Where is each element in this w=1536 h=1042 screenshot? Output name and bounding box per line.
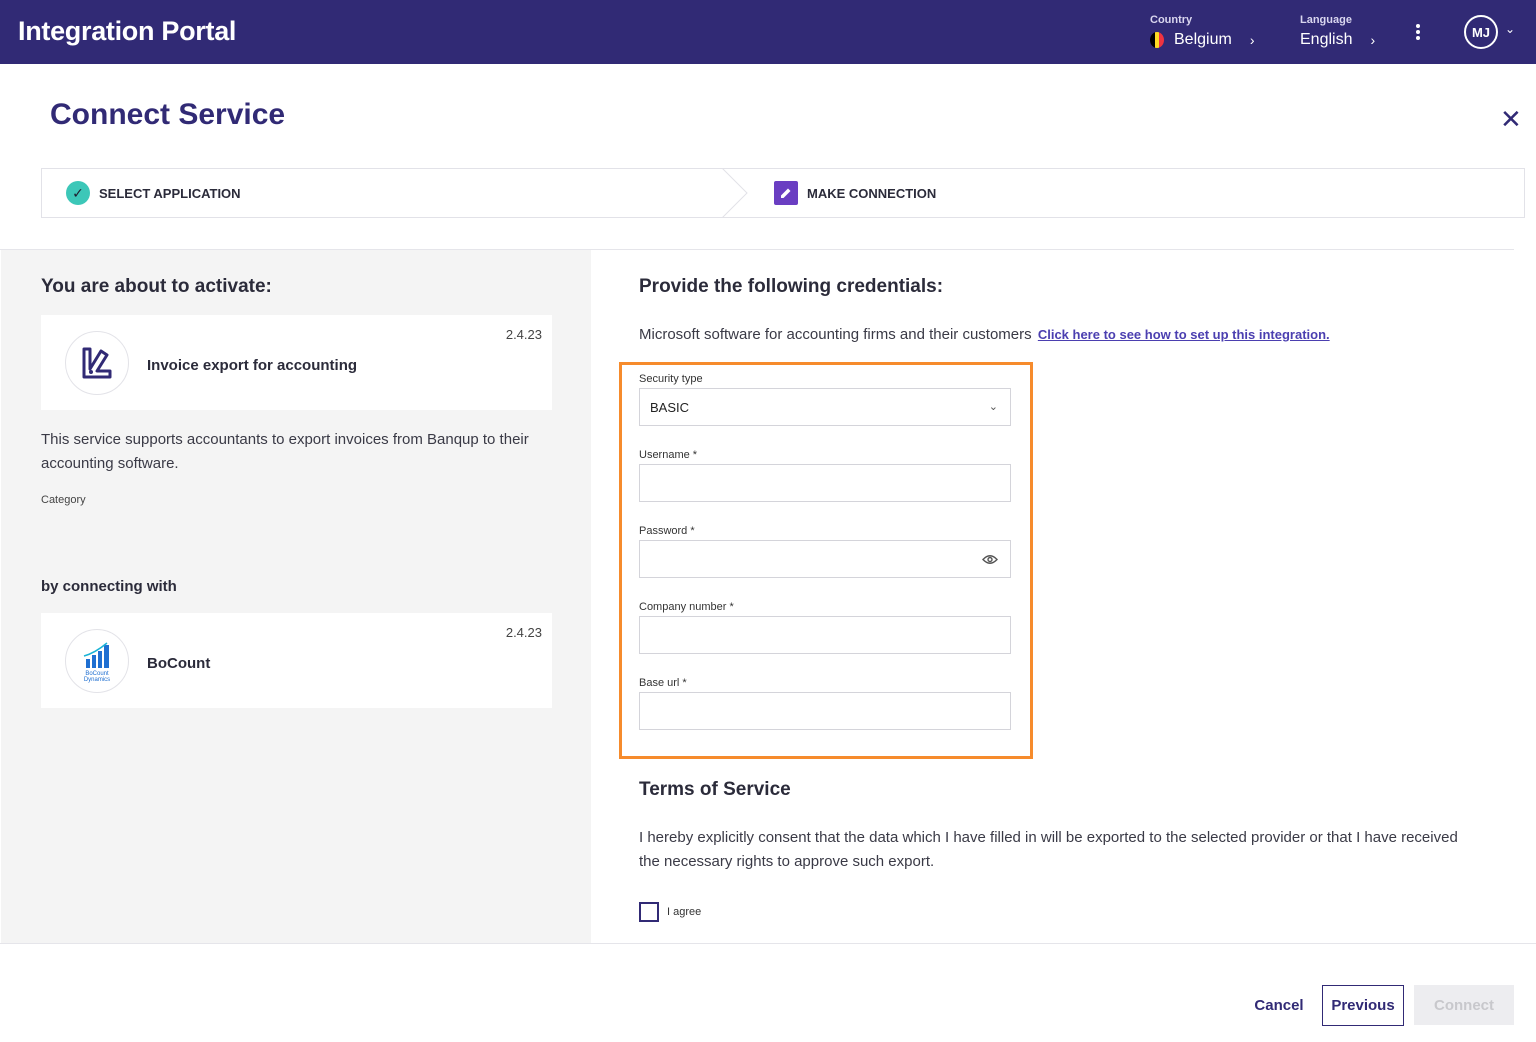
footer-divider xyxy=(0,943,1536,944)
provider-card: BoCount Dynamics BoCount 2.4.23 xyxy=(41,613,552,708)
service-description: This service supports accountants to exp… xyxy=(41,431,529,472)
username-label: Username * xyxy=(639,449,698,461)
agree-label: I agree xyxy=(667,906,702,918)
belgium-flag-icon xyxy=(1150,32,1164,48)
language-selector[interactable]: Language English › xyxy=(1300,14,1375,49)
connect-button[interactable]: Connect xyxy=(1414,985,1514,1025)
provider-description: Microsoft software for accounting firms … xyxy=(639,326,1032,343)
service-card: Invoice export for accounting 2.4.23 xyxy=(41,315,552,410)
provider-version: 2.4.23 xyxy=(505,625,542,640)
category-label: Category xyxy=(41,494,86,506)
previous-button[interactable]: Previous xyxy=(1322,985,1404,1026)
language-value: English xyxy=(1300,31,1353,48)
step-separator xyxy=(722,168,748,218)
top-nav-bar: Integration Portal Country Belgium › Lan… xyxy=(0,0,1536,64)
base-url-input[interactable] xyxy=(639,692,1011,730)
country-label: Country xyxy=(1150,14,1193,26)
pencil-icon xyxy=(774,181,798,205)
service-summary-panel: You are about to activate: Invoice expor… xyxy=(1,250,591,943)
country-value: Belgium xyxy=(1174,31,1232,48)
company-number-label: Company number * xyxy=(639,601,734,613)
credentials-description: Microsoft software for accounting firms … xyxy=(639,326,1330,343)
chevron-down-icon[interactable]: ⌄ xyxy=(1505,22,1515,36)
terms-heading: Terms of Service xyxy=(639,779,791,800)
check-icon: ✓ xyxy=(66,181,90,205)
setup-help-link[interactable]: Click here to see how to set up this int… xyxy=(1038,327,1330,342)
step-label: SELECT APPLICATION xyxy=(99,185,241,201)
security-type-value: BASIC xyxy=(650,399,690,415)
country-selector[interactable]: Country Belgium › xyxy=(1150,14,1254,49)
service-name: Invoice export for accounting xyxy=(147,357,358,374)
chevron-right-icon: › xyxy=(1249,32,1255,48)
security-type-label: Security type xyxy=(639,373,703,385)
security-type-select[interactable]: BASIC ⌄ xyxy=(639,388,1011,426)
password-label: Password * xyxy=(639,525,695,537)
password-field: Password * xyxy=(639,525,1011,578)
step-select-application[interactable]: ✓ SELECT APPLICATION xyxy=(66,169,241,217)
company-number-input[interactable] xyxy=(639,616,1011,654)
bocount-logo-subtext: Dynamics xyxy=(84,677,110,683)
close-icon[interactable]: ✕ xyxy=(1500,106,1522,132)
chevron-down-icon: ⌄ xyxy=(988,401,998,413)
chevron-right-icon: › xyxy=(1370,32,1376,48)
app-title: Integration Portal xyxy=(18,16,237,46)
provider-name: BoCount xyxy=(147,655,211,672)
service-version: 2.4.23 xyxy=(505,327,542,342)
terms-text: I hereby explicitly consent that the dat… xyxy=(639,829,1458,870)
cancel-button[interactable]: Cancel xyxy=(1246,985,1312,1025)
base-url-field: Base url * xyxy=(639,677,1011,730)
avatar[interactable]: MJ xyxy=(1464,15,1498,49)
eye-icon[interactable] xyxy=(982,554,998,565)
language-label: Language xyxy=(1300,14,1352,26)
page-title: Connect Service xyxy=(50,98,286,131)
base-url-label: Base url * xyxy=(639,677,687,689)
agree-checkbox-row[interactable]: I agree xyxy=(639,902,701,922)
stepper: ✓ SELECT APPLICATION MAKE CONNECTION xyxy=(41,168,1525,218)
agree-checkbox[interactable] xyxy=(639,902,659,922)
company-number-field: Company number * xyxy=(639,601,1011,654)
more-options-icon[interactable] xyxy=(1410,22,1426,44)
password-input[interactable] xyxy=(639,540,1011,578)
connecting-with-heading: by connecting with xyxy=(41,578,177,595)
credentials-heading: Provide the following credentials: xyxy=(639,276,944,297)
username-input[interactable] xyxy=(639,464,1011,502)
bocount-logo-icon: BoCount Dynamics xyxy=(65,629,129,693)
invoice-export-logo-icon xyxy=(65,331,129,395)
step-make-connection[interactable]: MAKE CONNECTION xyxy=(774,169,936,217)
username-field: Username * xyxy=(639,449,1011,502)
step-label: MAKE CONNECTION xyxy=(807,185,937,201)
security-type-field: Security type BASIC ⌄ xyxy=(639,373,1011,426)
activate-heading: You are about to activate: xyxy=(41,276,272,297)
